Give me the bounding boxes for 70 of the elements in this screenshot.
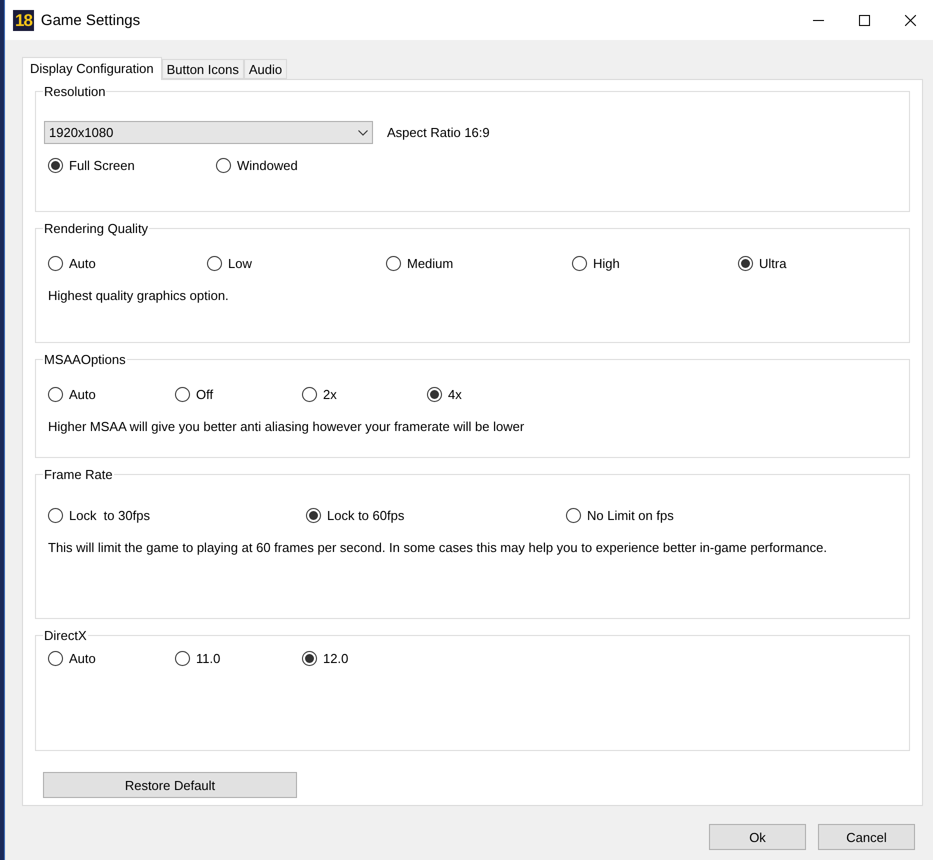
dialog-button[interactable]: Ok	[709, 824, 806, 850]
radio-unchecked-icon[interactable]	[207, 256, 222, 271]
group-title: MSAAOptions	[43, 352, 127, 367]
chevron-icon	[358, 130, 368, 136]
radio-unchecked-icon[interactable]	[566, 508, 581, 523]
radio-checked-icon[interactable]	[48, 158, 63, 173]
group-title: DirectX	[43, 628, 88, 643]
radio-unchecked-icon[interactable]	[572, 256, 587, 271]
radio-button[interactable]: Auto	[48, 256, 96, 271]
radio-unchecked-icon[interactable]	[48, 256, 63, 271]
radio-label: Full Screen	[69, 158, 135, 173]
aspect-ratio-label: Aspect Ratio 16:9	[387, 125, 490, 140]
radio-label: Auto	[69, 651, 96, 666]
group-title: Resolution	[43, 84, 106, 99]
radio-button[interactable]: Low	[207, 256, 252, 271]
radio-label: Windowed	[237, 158, 298, 173]
radio-checked-icon[interactable]	[306, 508, 321, 523]
radio-button[interactable]: Auto	[48, 651, 96, 666]
radio-unchecked-icon[interactable]	[48, 387, 63, 402]
radio-button[interactable]: Windowed	[216, 158, 298, 173]
resolution-dropdown[interactable]: 1920x1080	[44, 121, 373, 144]
radio-label: No Limit on fps	[587, 508, 674, 523]
radio-button[interactable]: High	[572, 256, 620, 271]
radio-label: Auto	[69, 256, 96, 271]
radio-unchecked-icon[interactable]	[48, 508, 63, 523]
radio-button[interactable]: 4x	[427, 387, 462, 402]
radio-label: Medium	[407, 256, 454, 271]
window-title: Game Settings	[40, 12, 142, 28]
radio-label: High	[593, 256, 620, 271]
radio-button[interactable]: 11.0	[175, 651, 220, 666]
radio-checked-icon[interactable]	[427, 387, 442, 402]
tab[interactable]: Display Configuration	[22, 57, 162, 80]
radio-unchecked-icon[interactable]	[175, 387, 190, 402]
description-text: Highest quality graphics option.	[48, 288, 230, 303]
radio-button[interactable]: Ultra	[738, 256, 786, 271]
radio-button[interactable]: Auto	[48, 387, 96, 402]
radio-label: 4x	[448, 387, 462, 402]
dialog-button[interactable]: Cancel	[818, 824, 915, 850]
tab[interactable]: Audio	[244, 59, 288, 79]
radio-label: Ultra	[759, 256, 786, 271]
radio-label: Auto	[69, 387, 96, 402]
radio-label: 11.0	[196, 651, 220, 666]
radio-button[interactable]: Off	[175, 387, 214, 402]
radio-button[interactable]: 12.0	[302, 651, 348, 666]
radio-button[interactable]: Lock to 60fps	[306, 508, 404, 523]
radio-button[interactable]: 2x	[302, 387, 337, 402]
radio-unchecked-icon[interactable]	[386, 256, 401, 271]
radio-label: Lock to 60fps	[327, 508, 404, 523]
radio-unchecked-icon[interactable]	[216, 158, 231, 173]
radio-label: Lock to 30fps	[69, 508, 150, 523]
app-logo: 18	[13, 10, 34, 30]
radio-checked-icon[interactable]	[302, 651, 317, 666]
radio-button[interactable]: Full Screen	[48, 158, 135, 173]
radio-checked-icon[interactable]	[738, 256, 753, 271]
radio-label: Off	[196, 387, 214, 402]
group-title: Frame Rate	[43, 467, 114, 482]
radio-button[interactable]: Lock to 30fps	[48, 508, 150, 523]
radio-button[interactable]: Medium	[386, 256, 454, 271]
radio-button[interactable]: No Limit on fps	[566, 508, 674, 523]
radio-unchecked-icon[interactable]	[302, 387, 317, 402]
radio-label: Low	[228, 256, 252, 271]
group-title: Rendering Quality	[43, 221, 150, 236]
tab[interactable]: Button Icons	[162, 59, 244, 79]
radio-label: 12.0	[323, 651, 348, 666]
restore-default-button[interactable]: Restore Default	[43, 772, 297, 798]
radio-unchecked-icon[interactable]	[48, 651, 63, 666]
radio-label: 2x	[323, 387, 337, 402]
description-text: Higher MSAA will give you better anti aliasing however your framerate will be lower	[48, 419, 526, 434]
description-text: This will limit the game to playing at 60 frames per second. In some cases this may help you to experience better in-game performance.	[48, 540, 828, 555]
radio-unchecked-icon[interactable]	[175, 651, 190, 666]
